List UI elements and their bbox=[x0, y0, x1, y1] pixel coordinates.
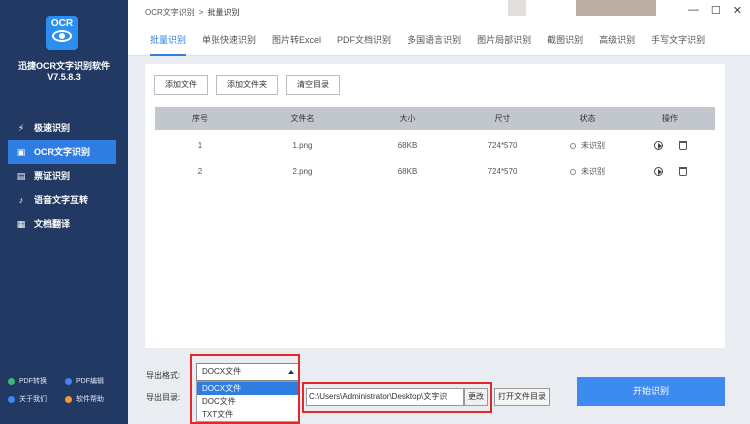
breadcrumb-current: 批量识别 bbox=[207, 8, 240, 17]
sidebar-item-translate[interactable]: ▦ 文档翻译 bbox=[8, 212, 116, 236]
file-toolbar: 添加文件 添加文件夹 清空目录 bbox=[154, 75, 340, 95]
breadcrumb-separator: > bbox=[198, 8, 204, 17]
app-logo: OCR bbox=[46, 16, 78, 50]
sidebar-item-ocr[interactable]: ▣ OCR文字识别 bbox=[8, 140, 116, 164]
mode-tabs: 批量识别 单张快速识别 图片转Excel PDF文档识别 多国语言识别 图片局部… bbox=[128, 24, 750, 56]
export-settings: 导出格式: 导出目录: DOCX文件 DOCX文件 DOC文件 TXT文件 C:… bbox=[128, 352, 750, 424]
row-status: 未识别 bbox=[550, 133, 625, 159]
sidebar: OCR 迅捷OCR文字识别软件 V7.5.8.3 ⚡ 极速识别 ▣ OCR文字识… bbox=[0, 0, 128, 424]
sidebar-item-label: 文档翻译 bbox=[34, 219, 71, 229]
column-header: 序号 bbox=[192, 114, 208, 123]
eye-icon bbox=[52, 30, 72, 42]
pdf-edit-icon bbox=[65, 377, 72, 385]
directory-label: 导出目录: bbox=[146, 393, 181, 402]
about-link[interactable]: 关于我们 bbox=[8, 394, 65, 404]
row-filename: 1.png bbox=[292, 141, 313, 150]
tab-batch[interactable]: 批量识别 bbox=[150, 24, 187, 56]
logo-text: OCR bbox=[50, 18, 74, 29]
format-label: 导出格式: bbox=[146, 371, 181, 380]
row-actions bbox=[625, 159, 715, 185]
minimize-icon[interactable]: — bbox=[688, 4, 699, 17]
pdf-convert-icon bbox=[8, 377, 15, 385]
sidebar-item-label: 票证识别 bbox=[34, 171, 71, 181]
breadcrumb: OCR文字识别 > 批量识别 bbox=[145, 7, 239, 18]
row-dimensions: 724*570 bbox=[487, 141, 518, 150]
row-index: 2 bbox=[197, 167, 203, 176]
microphone-icon: ♪ bbox=[18, 195, 24, 205]
sidebar-item-voice[interactable]: ♪ 语音文字互转 bbox=[8, 188, 116, 212]
column-header: 状态 bbox=[579, 114, 596, 123]
trash-icon[interactable] bbox=[678, 167, 687, 177]
info-icon bbox=[8, 395, 15, 403]
trash-icon[interactable] bbox=[678, 141, 687, 151]
window-controls: — ☐ ✕ bbox=[688, 4, 742, 17]
column-header: 大小 bbox=[399, 114, 416, 123]
sidebar-item-label: 极速识别 bbox=[34, 123, 71, 133]
tab-pdf[interactable]: PDF文档识别 bbox=[337, 24, 391, 56]
highlight-box-path bbox=[302, 382, 492, 413]
sidebar-nav: ⚡ 极速识别 ▣ OCR文字识别 ▤ 票证识别 ♪ 语音文字互转 ▦ 文档翻译 bbox=[8, 116, 116, 236]
tab-advanced[interactable]: 高级识别 bbox=[599, 24, 635, 56]
row-index: 1 bbox=[197, 141, 203, 150]
sidebar-item-speed[interactable]: ⚡ 极速识别 bbox=[8, 116, 116, 140]
status-text: 未识别 bbox=[581, 167, 605, 176]
tab-handwriting[interactable]: 手写文字识别 bbox=[651, 24, 705, 56]
sidebar-item-label: 语音文字互转 bbox=[34, 195, 89, 205]
sidebar-item-ticket[interactable]: ▤ 票证识别 bbox=[8, 164, 116, 188]
file-panel: 添加文件 添加文件夹 清空目录 序号 文件名 大小 尺寸 状态 操作 1 1.p… bbox=[145, 64, 725, 348]
play-icon[interactable] bbox=[653, 141, 663, 151]
breadcrumb-root[interactable]: OCR文字识别 bbox=[145, 8, 195, 17]
column-header: 尺寸 bbox=[494, 114, 511, 123]
blurred-region bbox=[576, 0, 656, 16]
app-name: 迅捷OCR文字识别软件 bbox=[18, 61, 110, 71]
translate-icon: ▦ bbox=[16, 219, 26, 229]
add-file-button[interactable]: 添加文件 bbox=[154, 75, 208, 95]
table-row[interactable]: 1 1.png 68KB 724*570 未识别 bbox=[155, 133, 715, 159]
add-folder-button[interactable]: 添加文件夹 bbox=[216, 75, 278, 95]
app-version: V7.5.8.3 bbox=[47, 72, 81, 82]
scan-icon: ▣ bbox=[16, 147, 26, 157]
row-dimensions: 724*570 bbox=[487, 167, 518, 176]
link-label: PDF转换 bbox=[19, 378, 47, 385]
link-label: 关于我们 bbox=[19, 396, 47, 403]
link-label: 软件帮助 bbox=[76, 396, 104, 403]
row-size: 68KB bbox=[397, 141, 418, 150]
row-filename: 2.png bbox=[292, 167, 313, 176]
status-text: 未识别 bbox=[581, 141, 605, 150]
tab-image-excel[interactable]: 图片转Excel bbox=[272, 24, 321, 56]
help-icon bbox=[65, 395, 72, 403]
status-circle-icon bbox=[570, 142, 576, 149]
title-bar: OCR文字识别 > 批量识别 — ☐ ✕ bbox=[128, 0, 750, 24]
sidebar-links: PDF转换 PDF编辑 关于我们 软件帮助 bbox=[8, 376, 122, 404]
help-link[interactable]: 软件帮助 bbox=[65, 394, 122, 404]
column-header: 文件名 bbox=[290, 114, 315, 123]
play-icon[interactable] bbox=[653, 167, 663, 177]
pdf-convert-link[interactable]: PDF转换 bbox=[8, 376, 65, 386]
row-status: 未识别 bbox=[550, 159, 625, 185]
column-header: 操作 bbox=[662, 114, 678, 123]
maximize-icon[interactable]: ☐ bbox=[711, 4, 721, 17]
row-actions bbox=[625, 133, 715, 159]
tab-multilang[interactable]: 多国语言识别 bbox=[407, 24, 461, 56]
lightning-icon: ⚡ bbox=[17, 123, 25, 133]
close-icon[interactable]: ✕ bbox=[733, 4, 742, 17]
sidebar-item-label: OCR文字识别 bbox=[34, 147, 90, 157]
tab-partial[interactable]: 图片局部识别 bbox=[477, 24, 531, 56]
start-recognition-button[interactable]: 开始识别 bbox=[577, 377, 725, 406]
status-circle-icon bbox=[570, 168, 576, 175]
highlight-box-format bbox=[190, 354, 300, 424]
tab-screenshot[interactable]: 截图识别 bbox=[547, 24, 583, 56]
table-header: 序号 文件名 大小 尺寸 状态 操作 bbox=[155, 107, 715, 130]
open-folder-button[interactable]: 打开文件目录 bbox=[494, 388, 550, 406]
clear-list-button[interactable]: 清空目录 bbox=[286, 75, 340, 95]
link-label: PDF编辑 bbox=[76, 378, 104, 385]
pdf-edit-link[interactable]: PDF编辑 bbox=[65, 376, 122, 386]
tab-single[interactable]: 单张快速识别 bbox=[202, 24, 256, 56]
blurred-region bbox=[508, 0, 526, 16]
row-size: 68KB bbox=[397, 167, 418, 176]
table-row[interactable]: 2 2.png 68KB 724*570 未识别 bbox=[155, 159, 715, 185]
ticket-icon: ▤ bbox=[16, 171, 26, 181]
